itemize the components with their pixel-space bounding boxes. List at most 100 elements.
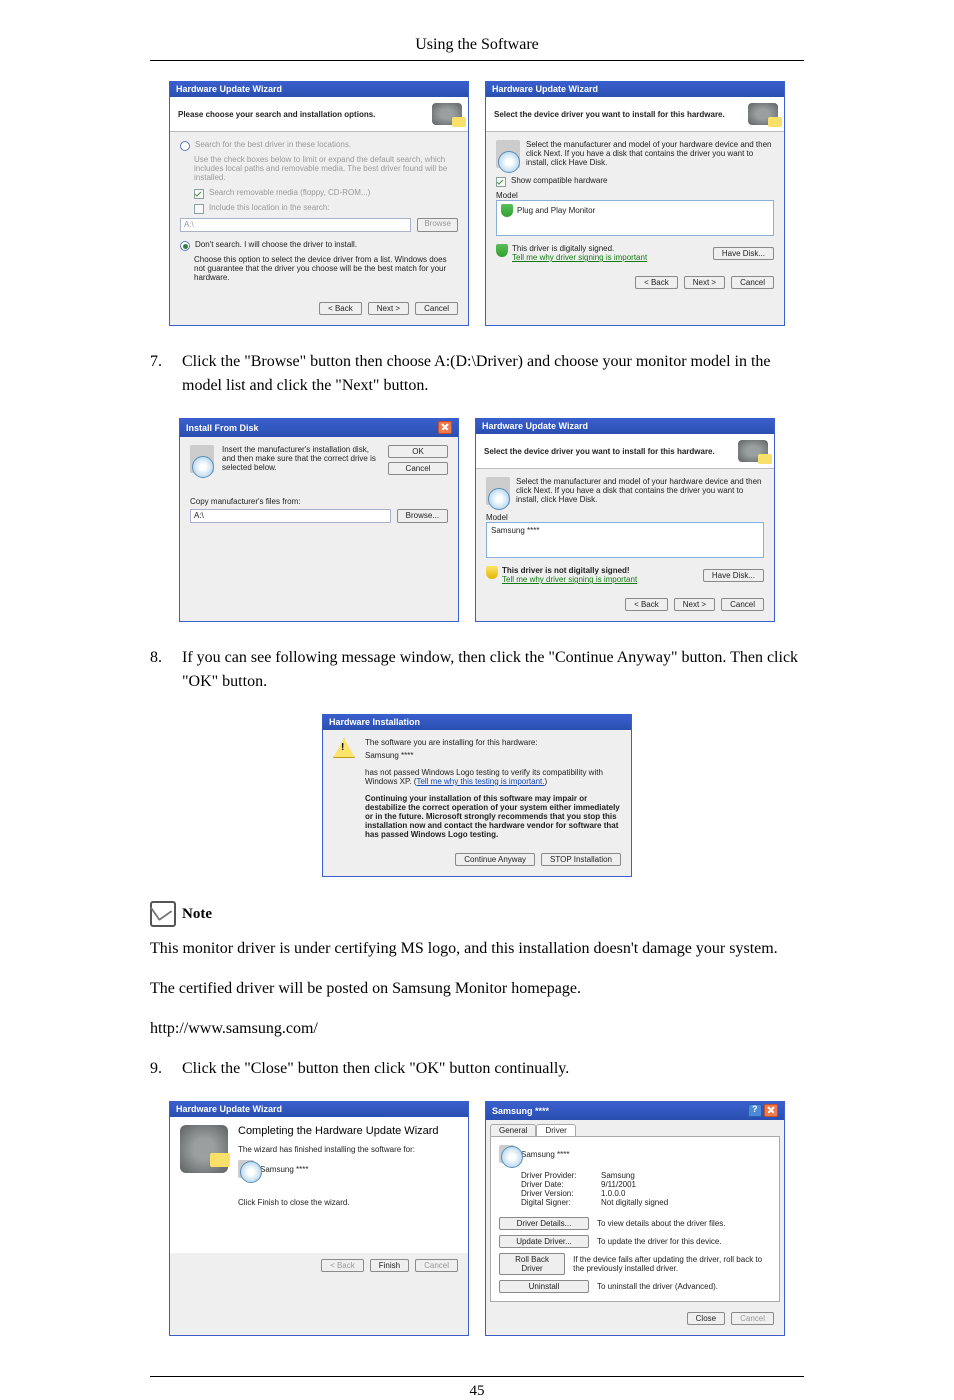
shield-ok-icon [501, 204, 513, 217]
info-text: Select the manufacturer and model of you… [516, 477, 764, 504]
dialog-select-driver-unsigned: Hardware Update Wizard Select the device… [475, 418, 775, 622]
step-num: 8. [150, 646, 164, 694]
next-button[interactable]: Next > [684, 276, 725, 289]
chk-compatible-label: Show compatible hardware [511, 176, 608, 185]
wizard-icon [180, 1125, 228, 1173]
dlg-header: Select the device driver you want to ins… [476, 434, 774, 469]
radio-dont-search[interactable] [180, 241, 190, 251]
header-text: Select the device driver you want to ins… [484, 447, 732, 456]
disk-icon [496, 140, 520, 168]
v-provider: Samsung [601, 1171, 635, 1180]
cancel-button[interactable]: Cancel [721, 598, 764, 611]
dialog-hardware-installation: Hardware Installation The software you a… [322, 714, 632, 877]
cancel-button[interactable]: Cancel [731, 276, 774, 289]
step-text: Click the "Close" button then click "OK"… [182, 1057, 804, 1081]
v-date: 9/11/2001 [601, 1180, 636, 1189]
titlebar: Hardware Update Wizard [476, 419, 774, 434]
cancel-button[interactable]: Cancel [388, 462, 448, 475]
chk-compatible[interactable] [496, 177, 506, 187]
close-button[interactable]: Close [687, 1312, 725, 1325]
message-text: Insert the manufacturer's installation d… [222, 445, 380, 472]
have-disk-button[interactable]: Have Disk... [703, 569, 764, 582]
title-text: Hardware Update Wizard [176, 1104, 282, 1114]
step-9: 9. Click the "Close" button then click "… [150, 1057, 804, 1081]
next-button[interactable]: Next > [368, 302, 409, 315]
title-text: Hardware Installation [329, 717, 420, 727]
rollback-driver-text: If the device fails after updating the d… [573, 1255, 771, 1273]
uninstall-text: To uninstall the driver (Advanced). [597, 1282, 718, 1291]
cancel-button[interactable]: Cancel [415, 302, 458, 315]
title-text: Hardware Update Wizard [176, 84, 282, 94]
model-header: Model [496, 191, 774, 200]
browse-button[interactable]: Browse... [397, 509, 448, 523]
chk-location[interactable] [194, 204, 204, 214]
chk-removable[interactable] [194, 189, 204, 199]
back-button[interactable]: < Back [625, 598, 668, 611]
header-rule [150, 60, 804, 61]
note-p1: This monitor driver is under certifying … [150, 937, 804, 961]
back-button: < Back [321, 1259, 364, 1272]
note-label: Note [182, 906, 212, 923]
back-button[interactable]: < Back [319, 302, 362, 315]
update-driver-text: To update the driver for this device. [597, 1237, 722, 1246]
step-7: 7. Click the "Browse" button then choose… [150, 350, 804, 398]
warn-line1: The software you are installing for this… [365, 738, 621, 747]
tell-why-link[interactable]: Tell me why driver signing is important [502, 575, 637, 584]
shield-ok-icon [496, 244, 508, 257]
v-signer: Not digitally signed [601, 1198, 668, 1207]
path-input[interactable]: A:\ [180, 218, 411, 232]
close-icon[interactable] [764, 1104, 778, 1117]
tab-driver[interactable]: Driver [536, 1124, 575, 1136]
model-item[interactable]: Samsung **** [491, 526, 539, 535]
titlebar: Hardware Update Wizard [170, 82, 468, 97]
chk-removable-label: Search removable media (floppy, CD-ROM..… [209, 188, 370, 197]
rollback-driver-button[interactable]: Roll Back Driver [499, 1253, 565, 1275]
monitor-icon [238, 1160, 254, 1178]
model-item[interactable]: Plug and Play Monitor [517, 206, 595, 215]
radio-search-desc: Use the check boxes below to limit or ex… [194, 155, 458, 182]
have-disk-button[interactable]: Have Disk... [713, 247, 774, 260]
dlg-header: Select the device driver you want to ins… [486, 97, 784, 132]
warn-line3c: ) [544, 777, 547, 786]
step-text: If you can see following message window,… [182, 646, 804, 694]
step-num: 9. [150, 1057, 164, 1081]
continue-anyway-button[interactable]: Continue Anyway [455, 853, 535, 866]
signed-text: This driver is digitally signed. [512, 244, 647, 253]
k-provider: Driver Provider: [521, 1171, 591, 1180]
cancel-button: Cancel [731, 1312, 774, 1325]
model-header: Model [486, 513, 764, 522]
radio-dont-search-desc: Choose this option to select the device … [194, 255, 458, 282]
k-signer: Digital Signer: [521, 1198, 591, 1207]
tell-link[interactable]: Tell me why this testing is important. [416, 777, 544, 786]
next-button[interactable]: Next > [674, 598, 715, 611]
update-driver-button[interactable]: Update Driver... [499, 1235, 589, 1248]
k-version: Driver Version: [521, 1189, 591, 1198]
help-icon[interactable]: ? [748, 1104, 762, 1117]
header-text: Select the device driver you want to ins… [494, 110, 742, 119]
title-text: Hardware Update Wizard [492, 84, 598, 94]
title-text: Samsung **** [492, 1106, 549, 1116]
tell-why-link[interactable]: Tell me why driver signing is important [512, 253, 647, 262]
dialog-properties: Samsung **** ? General Driver Samsung **… [485, 1101, 785, 1336]
v-version: 1.0.0.0 [601, 1189, 625, 1198]
back-button[interactable]: < Back [635, 276, 678, 289]
chip-icon [738, 440, 768, 462]
uninstall-button[interactable]: Uninstall [499, 1280, 589, 1293]
chip-icon [748, 103, 778, 125]
path-input[interactable]: A:\ [190, 509, 391, 523]
note-icon [150, 901, 176, 927]
dialog-install-from-disk: Install From Disk Insert the manufacture… [179, 418, 459, 622]
radio-search[interactable] [180, 141, 190, 151]
close-icon[interactable] [438, 421, 452, 434]
tab-general[interactable]: General [490, 1124, 536, 1136]
complete-close-text: Click Finish to close the wizard. [238, 1198, 458, 1207]
shield-warn-icon [486, 566, 498, 579]
warning-icon [333, 738, 355, 758]
finish-button[interactable]: Finish [370, 1259, 409, 1272]
stop-installation-button[interactable]: STOP Installation [541, 853, 621, 866]
ok-button[interactable]: OK [388, 445, 448, 458]
browse-button[interactable]: Browse [417, 218, 458, 232]
prop-device: Samsung **** [521, 1150, 569, 1159]
driver-details-button[interactable]: Driver Details... [499, 1217, 589, 1230]
info-text: Select the manufacturer and model of you… [526, 140, 774, 167]
